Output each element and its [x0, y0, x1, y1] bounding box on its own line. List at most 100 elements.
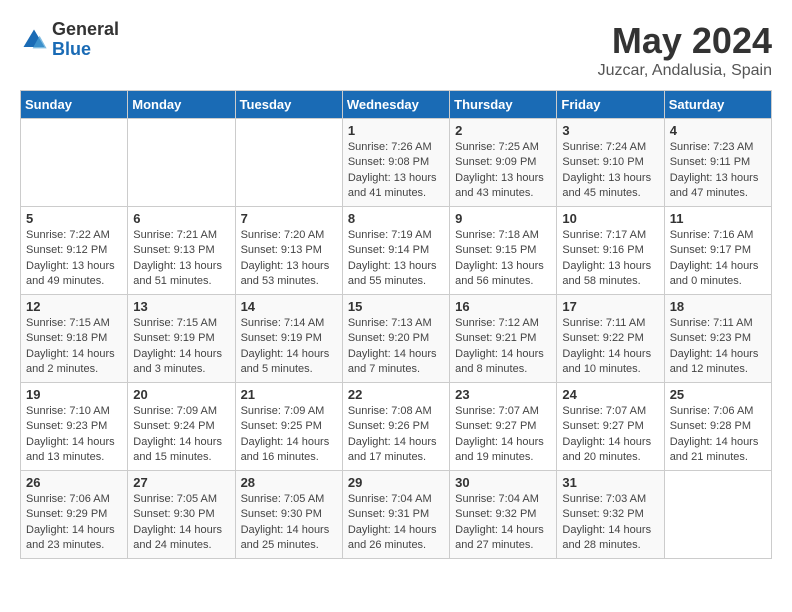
day-info: Sunrise: 7:08 AM Sunset: 9:26 PM Dayligh… — [348, 404, 444, 466]
day-info: Sunrise: 7:11 AM Sunset: 9:22 PM Dayligh… — [562, 316, 658, 378]
week-row-2: 5 Sunrise: 7:22 AM Sunset: 9:12 PM Daylig… — [21, 207, 772, 295]
header-day-friday: Friday — [557, 91, 664, 119]
calendar-cell: 23 Sunrise: 7:07 AM Sunset: 9:27 PM Dayli… — [450, 383, 557, 471]
day-info: Sunrise: 7:15 AM Sunset: 9:18 PM Dayligh… — [26, 316, 122, 378]
calendar-cell: 30Sunrise: 7:04 AM Sunset: 9:32 PM Dayli… — [450, 471, 557, 559]
day-number: 7 — [241, 211, 337, 226]
day-number: 13 — [133, 299, 229, 314]
day-number: 19 — [26, 387, 122, 402]
calendar-cell: 29 Sunrise: 7:04 AM Sunset: 9:31 PM Dayli… — [342, 471, 449, 559]
week-row-1: 1 Sunrise: 7:26 AM Sunset: 9:08 PM Daylig… — [21, 119, 772, 207]
day-info: Sunrise: 7:19 AM Sunset: 9:14 PM Dayligh… — [348, 228, 444, 290]
day-number: 2 — [455, 123, 551, 138]
day-info: Sunrise: 7:17 AM Sunset: 9:16 PM Dayligh… — [562, 228, 658, 290]
day-info: Sunrise: 7:05 AM Sunset: 9:30 PM Dayligh… — [241, 492, 337, 554]
day-number: 9 — [455, 211, 551, 226]
calendar-cell: 12 Sunrise: 7:15 AM Sunset: 9:18 PM Dayli… — [21, 295, 128, 383]
logo-blue-text: Blue — [52, 40, 119, 60]
day-number: 20 — [133, 387, 229, 402]
day-info: Sunrise: 7:06 AM Sunset: 9:28 PM Dayligh… — [670, 404, 766, 466]
calendar-cell: 2 Sunrise: 7:25 AM Sunset: 9:09 PM Daylig… — [450, 119, 557, 207]
day-number: 3 — [562, 123, 658, 138]
day-info: Sunrise: 7:03 AM Sunset: 9:32 PM Dayligh… — [562, 492, 658, 554]
week-row-3: 12 Sunrise: 7:15 AM Sunset: 9:18 PM Dayli… — [21, 295, 772, 383]
calendar-cell: 6 Sunrise: 7:21 AM Sunset: 9:13 PM Daylig… — [128, 207, 235, 295]
day-info: Sunrise: 7:11 AM Sunset: 9:23 PM Dayligh… — [670, 316, 766, 378]
calendar-cell: 5 Sunrise: 7:22 AM Sunset: 9:12 PM Daylig… — [21, 207, 128, 295]
day-number: 12 — [26, 299, 122, 314]
day-number: 14 — [241, 299, 337, 314]
calendar-cell: 25Sunrise: 7:06 AM Sunset: 9:28 PM Dayli… — [664, 383, 771, 471]
page-header: General Blue May 2024 Juzcar, Andalusia,… — [20, 20, 772, 80]
calendar-cell: 31Sunrise: 7:03 AM Sunset: 9:32 PM Dayli… — [557, 471, 664, 559]
day-info: Sunrise: 7:09 AM Sunset: 9:24 PM Dayligh… — [133, 404, 229, 466]
day-info: Sunrise: 7:06 AM Sunset: 9:29 PM Dayligh… — [26, 492, 122, 554]
calendar-cell — [21, 119, 128, 207]
day-info: Sunrise: 7:16 AM Sunset: 9:17 PM Dayligh… — [670, 228, 766, 290]
calendar-cell — [664, 471, 771, 559]
day-info: Sunrise: 7:07 AM Sunset: 9:27 PM Dayligh… — [562, 404, 658, 466]
calendar-cell: 9Sunrise: 7:18 AM Sunset: 9:15 PM Daylig… — [450, 207, 557, 295]
month-year-title: May 2024 — [598, 20, 772, 62]
calendar-cell: 3 Sunrise: 7:24 AM Sunset: 9:10 PM Daylig… — [557, 119, 664, 207]
logo-icon — [20, 26, 48, 54]
week-row-5: 26 Sunrise: 7:06 AM Sunset: 9:29 PM Dayli… — [21, 471, 772, 559]
calendar-cell: 10 Sunrise: 7:17 AM Sunset: 9:16 PM Dayli… — [557, 207, 664, 295]
calendar-cell: 28 Sunrise: 7:05 AM Sunset: 9:30 PM Dayli… — [235, 471, 342, 559]
day-info: Sunrise: 7:24 AM Sunset: 9:10 PM Dayligh… — [562, 140, 658, 202]
calendar-cell: 24Sunrise: 7:07 AM Sunset: 9:27 PM Dayli… — [557, 383, 664, 471]
calendar-cell: 27 Sunrise: 7:05 AM Sunset: 9:30 PM Dayli… — [128, 471, 235, 559]
day-info: Sunrise: 7:22 AM Sunset: 9:12 PM Dayligh… — [26, 228, 122, 290]
calendar-cell: 26 Sunrise: 7:06 AM Sunset: 9:29 PM Dayli… — [21, 471, 128, 559]
day-number: 28 — [241, 475, 337, 490]
logo: General Blue — [20, 20, 119, 60]
day-info: Sunrise: 7:07 AM Sunset: 9:27 PM Dayligh… — [455, 404, 551, 466]
day-number: 1 — [348, 123, 444, 138]
day-info: Sunrise: 7:26 AM Sunset: 9:08 PM Dayligh… — [348, 140, 444, 202]
location-subtitle: Juzcar, Andalusia, Spain — [598, 62, 772, 80]
day-info: Sunrise: 7:25 AM Sunset: 9:09 PM Dayligh… — [455, 140, 551, 202]
day-number: 27 — [133, 475, 229, 490]
calendar-cell: 14Sunrise: 7:14 AM Sunset: 9:19 PM Dayli… — [235, 295, 342, 383]
calendar-cell: 21Sunrise: 7:09 AM Sunset: 9:25 PM Dayli… — [235, 383, 342, 471]
header-day-thursday: Thursday — [450, 91, 557, 119]
calendar-cell: 7Sunrise: 7:20 AM Sunset: 9:13 PM Daylig… — [235, 207, 342, 295]
day-number: 26 — [26, 475, 122, 490]
calendar-cell: 4Sunrise: 7:23 AM Sunset: 9:11 PM Daylig… — [664, 119, 771, 207]
day-number: 4 — [670, 123, 766, 138]
title-block: May 2024 Juzcar, Andalusia, Spain — [598, 20, 772, 80]
calendar-header: SundayMondayTuesdayWednesdayThursdayFrid… — [21, 91, 772, 119]
day-number: 6 — [133, 211, 229, 226]
day-info: Sunrise: 7:13 AM Sunset: 9:20 PM Dayligh… — [348, 316, 444, 378]
calendar-cell: 16 Sunrise: 7:12 AM Sunset: 9:21 PM Dayli… — [450, 295, 557, 383]
day-number: 10 — [562, 211, 658, 226]
calendar-cell — [235, 119, 342, 207]
header-day-wednesday: Wednesday — [342, 91, 449, 119]
header-row: SundayMondayTuesdayWednesdayThursdayFrid… — [21, 91, 772, 119]
calendar-cell: 18 Sunrise: 7:11 AM Sunset: 9:23 PM Dayli… — [664, 295, 771, 383]
day-number: 22 — [348, 387, 444, 402]
calendar-cell: 15Sunrise: 7:13 AM Sunset: 9:20 PM Dayli… — [342, 295, 449, 383]
day-number: 17 — [562, 299, 658, 314]
calendar-cell: 11Sunrise: 7:16 AM Sunset: 9:17 PM Dayli… — [664, 207, 771, 295]
logo-text: General Blue — [52, 20, 119, 60]
calendar-cell: 20 Sunrise: 7:09 AM Sunset: 9:24 PM Dayli… — [128, 383, 235, 471]
day-info: Sunrise: 7:04 AM Sunset: 9:31 PM Dayligh… — [348, 492, 444, 554]
calendar-cell — [128, 119, 235, 207]
calendar-cell: 19Sunrise: 7:10 AM Sunset: 9:23 PM Dayli… — [21, 383, 128, 471]
calendar-cell: 1 Sunrise: 7:26 AM Sunset: 9:08 PM Daylig… — [342, 119, 449, 207]
day-number: 30 — [455, 475, 551, 490]
header-day-sunday: Sunday — [21, 91, 128, 119]
day-info: Sunrise: 7:12 AM Sunset: 9:21 PM Dayligh… — [455, 316, 551, 378]
calendar-cell: 13Sunrise: 7:15 AM Sunset: 9:19 PM Dayli… — [128, 295, 235, 383]
header-day-tuesday: Tuesday — [235, 91, 342, 119]
day-number: 18 — [670, 299, 766, 314]
day-number: 23 — [455, 387, 551, 402]
header-day-monday: Monday — [128, 91, 235, 119]
day-number: 16 — [455, 299, 551, 314]
day-number: 29 — [348, 475, 444, 490]
day-number: 5 — [26, 211, 122, 226]
logo-general-text: General — [52, 20, 119, 40]
day-info: Sunrise: 7:05 AM Sunset: 9:30 PM Dayligh… — [133, 492, 229, 554]
day-info: Sunrise: 7:21 AM Sunset: 9:13 PM Dayligh… — [133, 228, 229, 290]
